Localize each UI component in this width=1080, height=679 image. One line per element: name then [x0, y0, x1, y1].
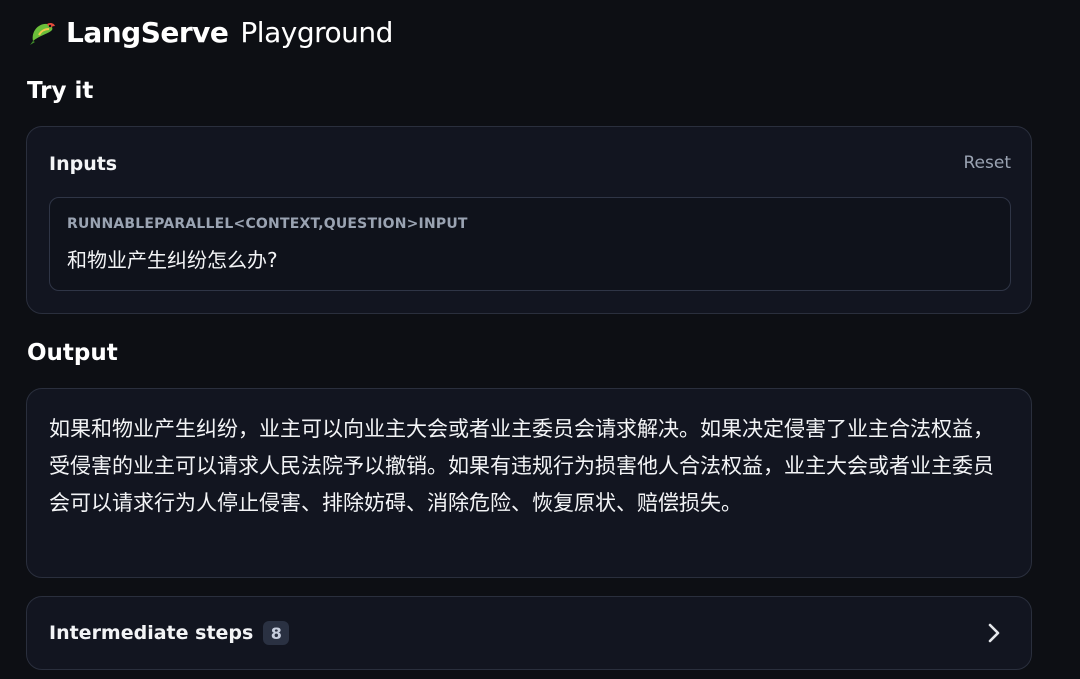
inputs-label: Inputs: [49, 153, 118, 175]
chevron-right-icon[interactable]: [985, 621, 1003, 645]
intermediate-steps-toggle[interactable]: Intermediate steps 8: [26, 596, 1032, 670]
app-title: LangServe: [66, 15, 229, 49]
try-it-heading: Try it: [27, 78, 94, 104]
output-heading: Output: [27, 340, 118, 366]
app-header: LangServe Playground: [26, 12, 393, 52]
output-text: 如果和物业产生纠纷，业主可以向业主大会或者业主委员会请求解决。如果决定侵害了业主…: [49, 417, 994, 515]
parrot-icon: [26, 16, 58, 48]
reset-button[interactable]: Reset: [964, 153, 1012, 173]
inputs-card: Inputs Reset RUNNABLEPARALLEL<CONTEXT,QU…: [26, 126, 1032, 314]
output-card: 如果和物业产生纠纷，业主可以向业主大会或者业主委员会请求解决。如果决定侵害了业主…: [26, 388, 1032, 578]
intermediate-steps-label-row: Intermediate steps 8: [49, 621, 290, 645]
steps-count-badge: 8: [263, 621, 290, 645]
intermediate-steps-label: Intermediate steps: [49, 622, 254, 644]
app-subtitle: Playground: [240, 15, 393, 49]
langserve-playground: LangServe Playground Try it Inputs Reset…: [0, 0, 1080, 679]
question-input-field[interactable]: RUNNABLEPARALLEL<CONTEXT,QUESTION>INPUT …: [49, 197, 1011, 291]
input-type-label: RUNNABLEPARALLEL<CONTEXT,QUESTION>INPUT: [67, 216, 468, 232]
question-input-value[interactable]: 和物业产生纠纷怎么办?: [67, 244, 278, 273]
